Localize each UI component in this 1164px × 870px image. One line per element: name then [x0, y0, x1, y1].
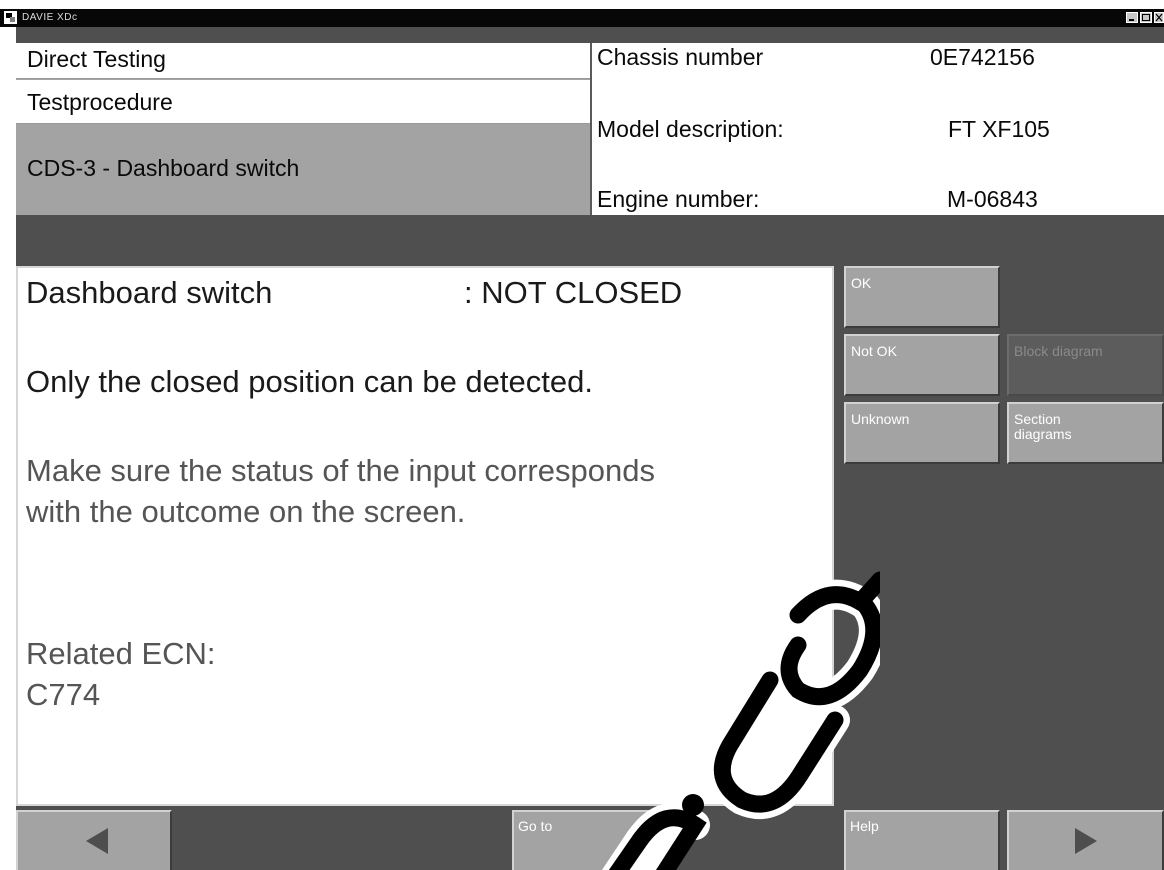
go-to-button-label: Go to — [518, 818, 553, 834]
maximize-icon — [1142, 14, 1150, 21]
model-value: FT XF105 — [948, 116, 1050, 142]
status-value: : NOT CLOSED — [464, 275, 683, 310]
back-button[interactable] — [16, 810, 172, 870]
close-button[interactable] — [1154, 12, 1164, 23]
procedure-title: CDS-3 - Dashboard switch — [27, 155, 300, 181]
unknown-button-label: Unknown — [851, 411, 910, 427]
subsection-title: Testprocedure — [27, 89, 173, 115]
forward-button[interactable] — [1007, 810, 1164, 870]
status-label: Dashboard switch — [26, 275, 273, 310]
model-label: Model description: — [597, 116, 784, 142]
not-ok-button-label: Not OK — [851, 343, 897, 359]
message-panel: Dashboard switch : NOT CLOSED Only the c… — [16, 266, 834, 806]
ok-button[interactable]: OK — [844, 266, 1000, 328]
top-margin — [0, 0, 1164, 9]
vehicle-info: Chassis number 0E742156 Model descriptio… — [592, 43, 1164, 215]
detection-note: Only the closed position can be detected… — [26, 364, 593, 399]
minimize-icon — [1129, 19, 1134, 21]
instruction-line-1: Make sure the status of the input corres… — [26, 453, 655, 488]
engine-label: Engine number: — [597, 186, 760, 212]
chassis-value: 0E742156 — [930, 44, 1035, 70]
section-diagrams-button-label: Section diagrams — [1014, 411, 1072, 442]
engine-value: M-06843 — [947, 186, 1038, 212]
go-to-button[interactable]: Go to — [512, 810, 668, 870]
minimize-button[interactable] — [1126, 12, 1138, 23]
maximize-button[interactable] — [1140, 12, 1152, 23]
help-button[interactable]: Help — [844, 810, 1000, 870]
section-cell: Direct Testing — [16, 43, 590, 79]
unknown-button[interactable]: Unknown — [844, 402, 1000, 464]
related-ecn-value: C774 — [26, 677, 101, 712]
window-title-bar[interactable]: DAVIE XDc — [0, 9, 1164, 27]
not-ok-button[interactable]: Not OK — [844, 334, 1000, 396]
help-button-label: Help — [850, 818, 879, 834]
ok-button-label: OK — [851, 275, 872, 291]
triangle-right-icon — [1075, 828, 1097, 854]
block-diagram-button[interactable]: Block diagram — [1007, 334, 1164, 396]
app-icon — [4, 11, 17, 24]
instruction-line-2: with the outcome on the screen. — [26, 494, 466, 529]
close-icon — [1155, 13, 1163, 22]
window-title: DAVIE XDc — [22, 12, 78, 23]
subsection-cell: Testprocedure — [16, 80, 590, 124]
related-ecn-label: Related ECN: — [26, 636, 216, 671]
chassis-label: Chassis number — [597, 44, 764, 70]
section-title: Direct Testing — [27, 46, 166, 72]
triangle-left-icon — [86, 828, 108, 854]
section-diagrams-button[interactable]: Section diagrams — [1007, 402, 1164, 464]
block-diagram-button-label: Block diagram — [1014, 343, 1103, 359]
